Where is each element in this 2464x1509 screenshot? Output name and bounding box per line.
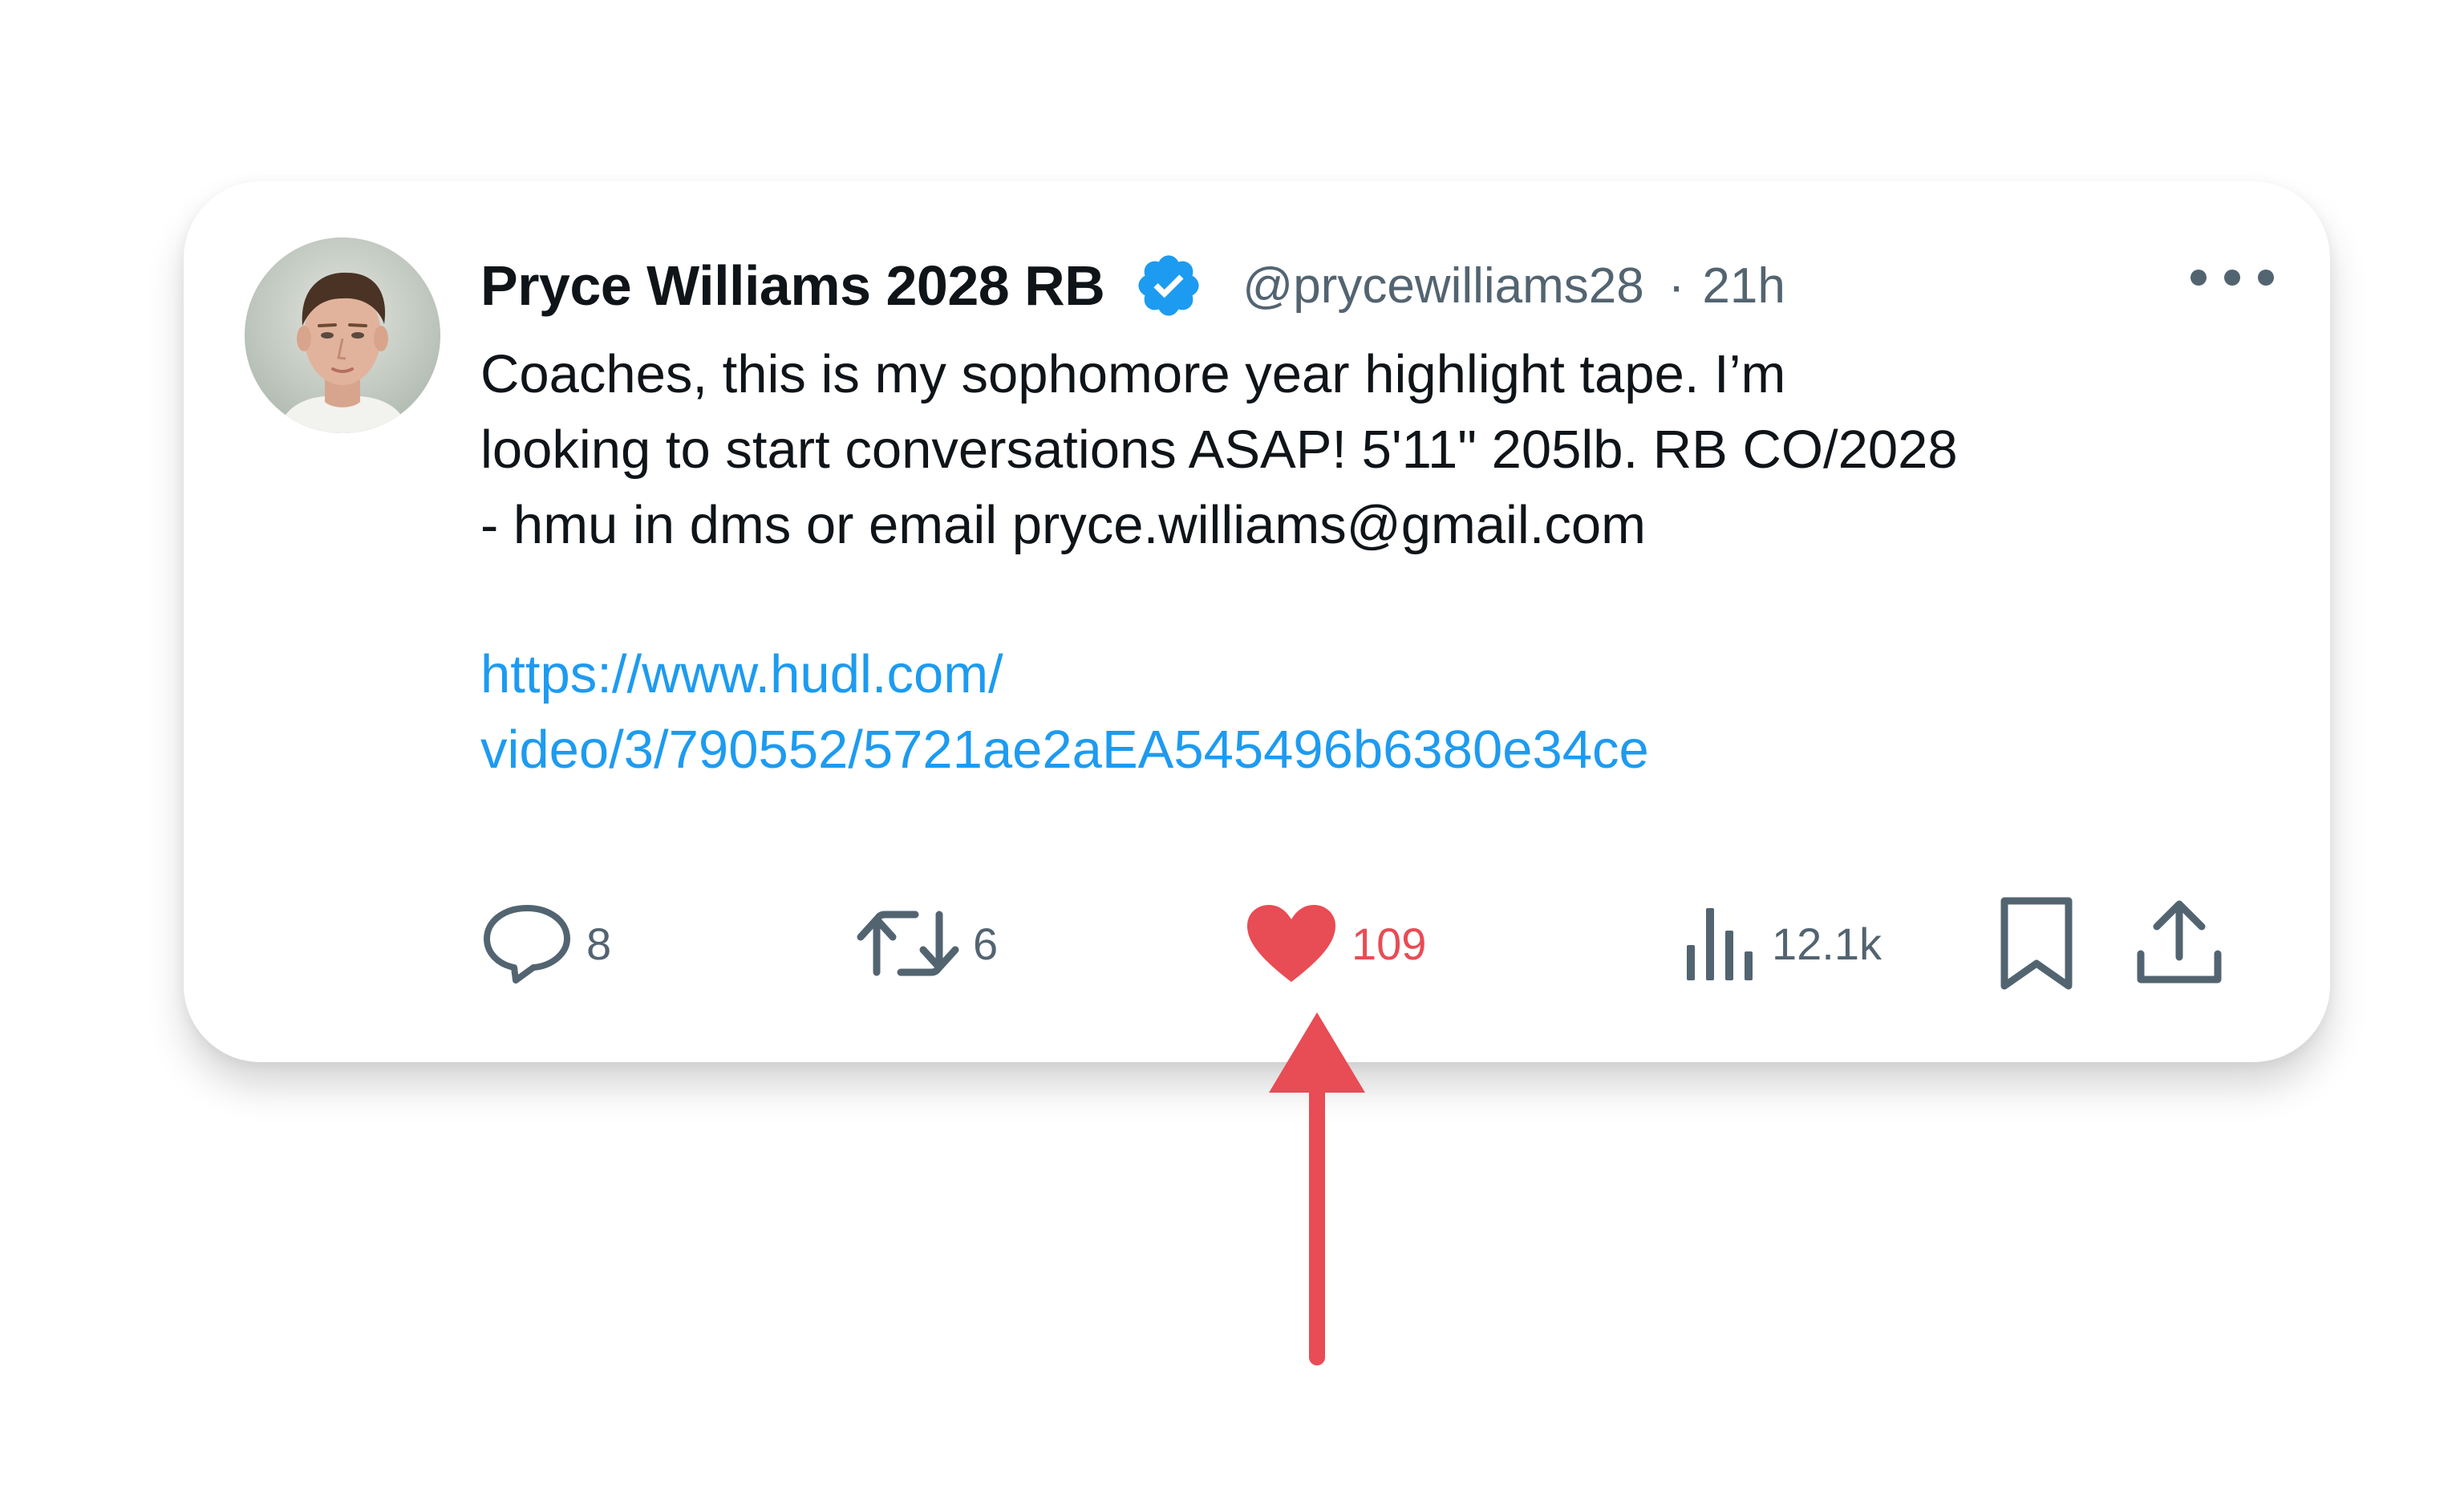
tweet-text-line: - hmu in dms or email pryce.williams@gma… <box>480 495 1646 555</box>
link-line[interactable]: video/3/790552/5721ae2aEA545496b6380e34c… <box>480 712 2245 788</box>
bookmark-button[interactable] <box>1998 887 2075 1000</box>
tweet-header: Pryce Williams 2028 RB @prycewilliams28 … <box>480 237 1785 334</box>
separator-dot: · <box>1668 258 1685 314</box>
like-button[interactable]: 109 <box>1244 887 1426 1000</box>
link-line[interactable]: https://www.hudl.com/ <box>480 637 2245 712</box>
avatar-photo <box>245 237 440 433</box>
repost-count: 6 <box>973 918 999 969</box>
heart-icon <box>1247 905 1335 982</box>
repost-icon <box>857 911 959 976</box>
more-options-icon[interactable] <box>2190 262 2274 294</box>
more-dot <box>2190 270 2207 286</box>
post-time[interactable]: 21h <box>1702 258 1785 314</box>
share-button[interactable] <box>2134 887 2224 1000</box>
reply-count: 8 <box>586 918 612 969</box>
more-dot <box>2224 270 2240 286</box>
screenshot-stage: Pryce Williams 2028 RB @prycewilliams28 … <box>0 0 2464 1509</box>
views-count: 12.1k <box>1772 918 1882 969</box>
views-button[interactable]: 12.1k <box>1684 887 1882 1000</box>
verified-badge-icon <box>1133 250 1204 321</box>
bookmark-icon <box>2000 897 2073 990</box>
more-dot <box>2258 270 2274 286</box>
share-upload-icon <box>2137 900 2222 984</box>
red-arrow-pointer <box>1269 1012 1365 1365</box>
views-chart-icon <box>1687 908 1753 980</box>
repost-button[interactable]: 6 <box>856 887 998 1000</box>
tweet-text-line: looking to start conversations ASAP! 5'1… <box>480 420 1958 480</box>
user-handle[interactable]: @prycewilliams28 <box>1242 258 1644 314</box>
tweet-text-line: Coaches, this is my sophomore year highl… <box>480 344 1786 404</box>
avatar[interactable] <box>245 237 440 433</box>
hudl-link[interactable]: https://www.hudl.com/ video/3/790552/572… <box>480 637 2245 788</box>
reply-icon <box>484 905 570 984</box>
tweet-text: Coaches, this is my sophomore year highl… <box>480 337 2293 563</box>
action-bar: 8 6 109 12.1k <box>184 887 2330 1000</box>
tweet-card[interactable]: Pryce Williams 2028 RB @prycewilliams28 … <box>184 181 2330 1062</box>
like-count: 109 <box>1352 918 1427 969</box>
reply-button[interactable]: 8 <box>480 887 611 1000</box>
display-name[interactable]: Pryce Williams 2028 RB <box>480 254 1105 318</box>
